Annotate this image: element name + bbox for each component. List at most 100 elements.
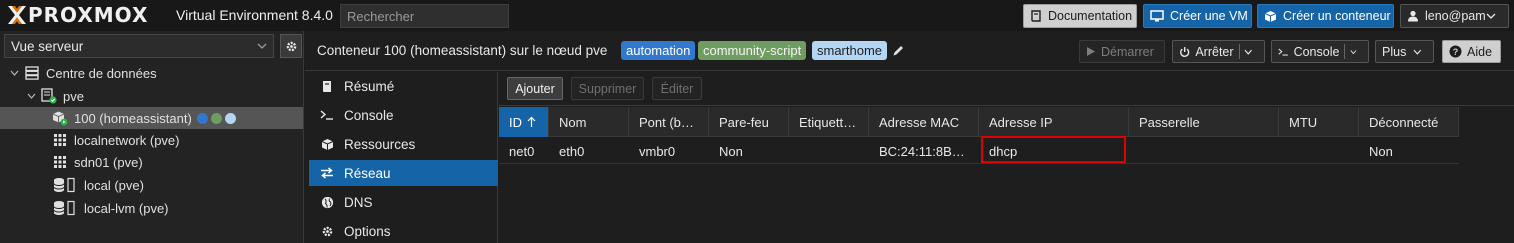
column-header-ip-address[interactable]: Adresse IP [979, 107, 1129, 137]
tag-dot-community-script [210, 112, 222, 124]
start-button[interactable]: Démarrer [1079, 40, 1165, 63]
terminal-icon [319, 110, 335, 120]
tree-item-label: pve [63, 88, 84, 104]
chevron-down-icon[interactable] [1350, 49, 1357, 55]
cube-icon [319, 138, 335, 151]
view-select-value: Vue serveur [11, 38, 84, 54]
proxmox-x-icon [6, 4, 28, 26]
help-button[interactable]: ? Aide [1442, 40, 1501, 63]
table-row[interactable]: net0 eth0 vmbr0 Non BC:24:11:8B… dhcp No… [499, 138, 1459, 164]
nav-item-resources[interactable]: Ressources [309, 131, 498, 157]
version-label: Virtual Environment 8.4.0 [176, 7, 333, 23]
cube-icon [1264, 10, 1277, 22]
tree-item-label: localnetwork (pve) [74, 132, 180, 148]
gear-icon [319, 225, 335, 238]
column-header-name[interactable]: Nom [549, 107, 629, 137]
grid-icon [52, 132, 68, 148]
create-container-label: Créer un conteneur [1283, 9, 1391, 23]
globe-icon [319, 196, 335, 209]
nav-item-label: Ressources [344, 136, 416, 152]
user-icon [1408, 10, 1418, 22]
cell-ip-address: dhcp [989, 143, 1018, 159]
user-menu-button[interactable]: leno@pam [1400, 4, 1509, 28]
column-header-disconnected[interactable]: Déconnecté [1359, 107, 1459, 137]
tree-settings-button[interactable] [280, 34, 302, 58]
tag-dot-automation [196, 112, 208, 124]
create-vm-button[interactable]: Créer une VM [1143, 4, 1252, 28]
storage-icon [52, 200, 78, 216]
nav-item-label: Réseau [344, 165, 391, 181]
tree-item-label: sdn01 (pve) [74, 154, 143, 170]
cell-bridge: vmbr0 [639, 143, 676, 159]
tree-item-sdn01[interactable]: sdn01 (pve) [0, 151, 303, 173]
add-button[interactable]: Ajouter [507, 77, 563, 100]
search-input[interactable] [340, 4, 509, 28]
create-vm-label: Créer une VM [1170, 9, 1248, 23]
nav-item-label: Options [344, 223, 391, 239]
cell-disconnected: Non [1369, 143, 1393, 159]
container-header: Conteneur 100 (homeassistant) sur le nœu… [305, 31, 1514, 71]
tag-community-script[interactable]: community-script [698, 41, 807, 60]
column-header-mac-address[interactable]: Adresse MAC [869, 107, 979, 137]
cell-mac-address: BC:24:11:8B… [879, 143, 965, 159]
console-button[interactable]: Console [1271, 40, 1369, 63]
proxmox-logo[interactable]: PROXMOX [6, 4, 148, 26]
tree-item-container-100[interactable]: 100 (homeassistant) [0, 107, 303, 129]
grid-icon [52, 154, 68, 170]
tag-smarthome[interactable]: smarthome [812, 41, 888, 60]
documentation-button[interactable]: Documentation [1023, 4, 1137, 28]
create-container-button[interactable]: Créer un conteneur [1257, 4, 1394, 28]
nav-item-network[interactable]: Réseau [309, 160, 498, 186]
cell-firewall: Non [719, 143, 743, 159]
gear-icon [286, 41, 296, 51]
logo-text: PROXMOX [28, 3, 149, 27]
tree-item-localnetwork[interactable]: localnetwork (pve) [0, 129, 303, 151]
column-header-bridge[interactable]: Pont (b… [629, 107, 709, 137]
column-header-mtu[interactable]: MTU [1279, 107, 1359, 137]
more-button[interactable]: Plus [1375, 40, 1434, 63]
view-select[interactable]: Vue serveur [4, 34, 274, 58]
column-header-firewall[interactable]: Pare-feu [709, 107, 789, 137]
start-label: Démarrer [1101, 44, 1154, 59]
console-label: Console [1293, 44, 1340, 59]
nav-item-dns[interactable]: DNS [309, 189, 498, 215]
edit-button[interactable]: Éditer [652, 77, 702, 100]
cell-mtu [1279, 138, 1359, 164]
terminal-icon [1278, 48, 1288, 56]
exchange-icon [319, 167, 335, 179]
chevron-down-icon [1486, 13, 1496, 19]
top-bar: PROXMOX Virtual Environment 8.4.0 Docume… [0, 0, 1514, 31]
tree-item-node-pve[interactable]: pve [0, 85, 303, 107]
tag-dots [196, 112, 236, 124]
network-toolbar: Ajouter Supprimer Éditer [499, 72, 1514, 106]
user-label: leno@pam [1425, 9, 1486, 23]
svg-text:?: ? [1453, 47, 1459, 57]
nav-item-console[interactable]: Console [309, 102, 498, 128]
tag-dot-smarthome [224, 112, 236, 124]
column-header-gateway[interactable]: Passerelle [1129, 107, 1279, 137]
tree-item-local-lvm[interactable]: local-lvm (pve) [0, 197, 303, 219]
tree-item-local[interactable]: local (pve) [0, 174, 303, 196]
question-circle-icon: ? [1449, 45, 1462, 58]
collapse-icon[interactable] [25, 90, 37, 102]
documentation-label: Documentation [1048, 9, 1133, 23]
chevron-down-icon[interactable] [1244, 49, 1253, 55]
page-title: Conteneur 100 (homeassistant) sur le nœu… [317, 43, 608, 58]
chevron-down-icon [257, 43, 267, 49]
tag-automation[interactable]: automation [621, 41, 696, 60]
stop-button[interactable]: Arrêter [1172, 40, 1265, 63]
storage-icon [52, 177, 78, 193]
play-icon [1087, 47, 1095, 56]
column-header-vlan-tag[interactable]: Etiquett… [789, 107, 869, 137]
nav-item-summary[interactable]: Résumé [309, 73, 498, 99]
collapse-icon[interactable] [8, 67, 20, 79]
nav-item-options[interactable]: Options [309, 218, 498, 243]
split-separator [1238, 44, 1240, 59]
tree-item-datacenter[interactable]: Centre de données [0, 62, 303, 84]
power-icon [1180, 46, 1190, 57]
edit-tags-pencil-icon[interactable] [892, 44, 905, 60]
delete-button[interactable]: Supprimer [571, 77, 644, 100]
panel-nav: Résumé Console Ressources Réseau DNS Opt… [305, 72, 498, 243]
server-rack-icon [24, 65, 40, 81]
column-header-id[interactable]: ID [499, 107, 549, 137]
